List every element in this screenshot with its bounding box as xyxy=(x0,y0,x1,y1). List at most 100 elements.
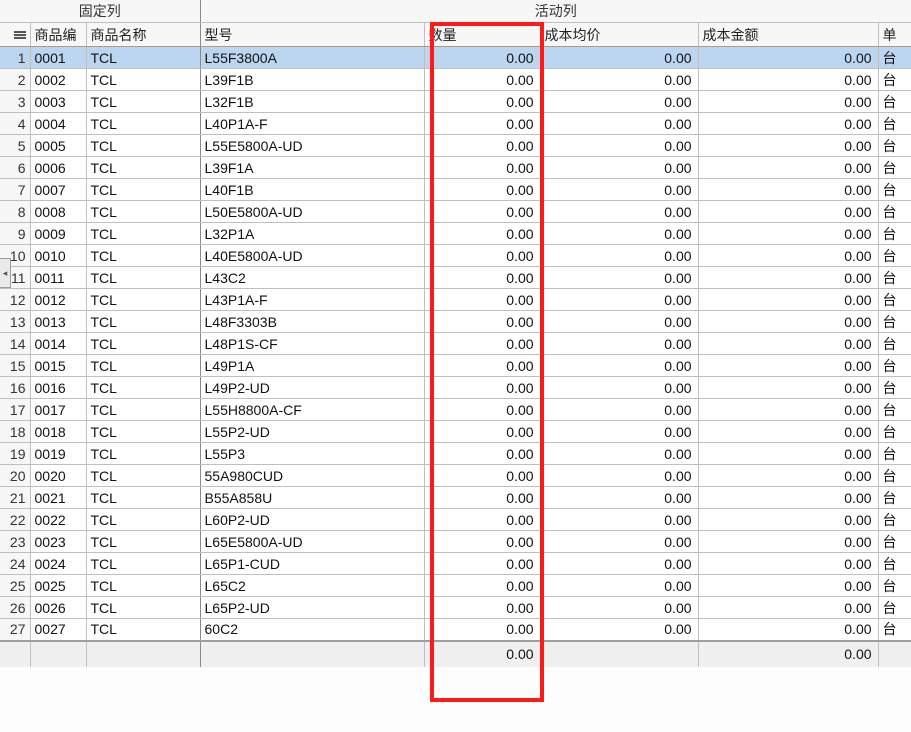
cell-code[interactable]: 0018 xyxy=(30,421,86,443)
cell-code[interactable]: 0014 xyxy=(30,333,86,355)
cell-amount[interactable]: 0.00 xyxy=(698,201,878,223)
cell-code[interactable]: 0024 xyxy=(30,553,86,575)
cell-code[interactable]: 0005 xyxy=(30,135,86,157)
cell-code[interactable]: 0001 xyxy=(30,47,86,69)
cell-name[interactable]: TCL xyxy=(86,69,200,91)
cell-name[interactable]: TCL xyxy=(86,531,200,553)
cell-qty[interactable]: 0.00 xyxy=(424,597,540,619)
cell-code[interactable]: 0009 xyxy=(30,223,86,245)
cell-model[interactable]: L65P1-CUD xyxy=(200,553,424,575)
col-header-code[interactable]: 商品编 xyxy=(30,23,86,47)
cell-name[interactable]: TCL xyxy=(86,289,200,311)
cell-model[interactable]: L65E5800A-UD xyxy=(200,531,424,553)
cell-code[interactable]: 0027 xyxy=(30,619,86,641)
cell-model[interactable]: L40P1A-F xyxy=(200,113,424,135)
cell-name[interactable]: TCL xyxy=(86,597,200,619)
cell-code[interactable]: 0010 xyxy=(30,245,86,267)
cell-price[interactable]: 0.00 xyxy=(540,223,698,245)
cell-name[interactable]: TCL xyxy=(86,223,200,245)
cell-price[interactable]: 0.00 xyxy=(540,135,698,157)
cell-unit[interactable]: 台 xyxy=(878,443,911,465)
cell-name[interactable]: TCL xyxy=(86,245,200,267)
cell-name[interactable]: TCL xyxy=(86,201,200,223)
cell-unit[interactable]: 台 xyxy=(878,421,911,443)
cell-price[interactable]: 0.00 xyxy=(540,289,698,311)
table-row[interactable]: 170017TCLL55H8800A-CF0.000.000.00台 xyxy=(0,399,911,421)
cell-unit[interactable]: 台 xyxy=(878,135,911,157)
cell-unit[interactable]: 台 xyxy=(878,399,911,421)
cell-price[interactable]: 0.00 xyxy=(540,267,698,289)
cell-code[interactable]: 0006 xyxy=(30,157,86,179)
table-row[interactable]: 260026TCLL65P2-UD0.000.000.00台 xyxy=(0,597,911,619)
cell-qty[interactable]: 0.00 xyxy=(424,47,540,69)
cell-model[interactable]: L60P2-UD xyxy=(200,509,424,531)
table-row[interactable]: 250025TCLL65C20.000.000.00台 xyxy=(0,575,911,597)
cell-amount[interactable]: 0.00 xyxy=(698,289,878,311)
cell-amount[interactable]: 0.00 xyxy=(698,531,878,553)
cell-price[interactable]: 0.00 xyxy=(540,179,698,201)
row-number[interactable]: 7 xyxy=(0,179,30,201)
row-number[interactable]: 9 xyxy=(0,223,30,245)
cell-name[interactable]: TCL xyxy=(86,619,200,641)
cell-name[interactable]: TCL xyxy=(86,135,200,157)
cell-name[interactable]: TCL xyxy=(86,465,200,487)
table-row[interactable]: 220022TCLL60P2-UD0.000.000.00台 xyxy=(0,509,911,531)
cell-price[interactable]: 0.00 xyxy=(540,333,698,355)
cell-unit[interactable]: 台 xyxy=(878,531,911,553)
cell-model[interactable]: L55P3 xyxy=(200,443,424,465)
cell-model[interactable]: B55A858U xyxy=(200,487,424,509)
cell-unit[interactable]: 台 xyxy=(878,69,911,91)
cell-amount[interactable]: 0.00 xyxy=(698,91,878,113)
cell-qty[interactable]: 0.00 xyxy=(424,575,540,597)
cell-name[interactable]: TCL xyxy=(86,487,200,509)
row-number[interactable]: 24 xyxy=(0,553,30,575)
row-number[interactable]: 2 xyxy=(0,69,30,91)
cell-amount[interactable]: 0.00 xyxy=(698,597,878,619)
cell-price[interactable]: 0.00 xyxy=(540,201,698,223)
row-number[interactable]: 20 xyxy=(0,465,30,487)
cell-name[interactable]: TCL xyxy=(86,509,200,531)
cell-model[interactable]: L48P1S-CF xyxy=(200,333,424,355)
cell-amount[interactable]: 0.00 xyxy=(698,311,878,333)
table-row[interactable]: 210021TCLB55A858U0.000.000.00台 xyxy=(0,487,911,509)
table-row[interactable]: 130013TCLL48F3303B0.000.000.00台 xyxy=(0,311,911,333)
row-number[interactable]: 12 xyxy=(0,289,30,311)
cell-name[interactable]: TCL xyxy=(86,421,200,443)
cell-amount[interactable]: 0.00 xyxy=(698,487,878,509)
cell-price[interactable]: 0.00 xyxy=(540,509,698,531)
cell-qty[interactable]: 0.00 xyxy=(424,135,540,157)
cell-amount[interactable]: 0.00 xyxy=(698,69,878,91)
cell-qty[interactable]: 0.00 xyxy=(424,377,540,399)
table-row[interactable]: 150015TCLL49P1A0.000.000.00台 xyxy=(0,355,911,377)
cell-model[interactable]: L49P2-UD xyxy=(200,377,424,399)
cell-amount[interactable]: 0.00 xyxy=(698,113,878,135)
cell-price[interactable]: 0.00 xyxy=(540,377,698,399)
cell-code[interactable]: 0016 xyxy=(30,377,86,399)
cell-amount[interactable]: 0.00 xyxy=(698,223,878,245)
cell-model[interactable]: L32P1A xyxy=(200,223,424,245)
row-number[interactable]: 5 xyxy=(0,135,30,157)
row-number[interactable]: 23 xyxy=(0,531,30,553)
cell-unit[interactable]: 台 xyxy=(878,113,911,135)
cell-unit[interactable]: 台 xyxy=(878,333,911,355)
cell-amount[interactable]: 0.00 xyxy=(698,157,878,179)
cell-name[interactable]: TCL xyxy=(86,553,200,575)
table-row[interactable]: 190019TCLL55P30.000.000.00台 xyxy=(0,443,911,465)
col-header-name[interactable]: 商品名称 xyxy=(86,23,200,47)
cell-code[interactable]: 0025 xyxy=(30,575,86,597)
cell-qty[interactable]: 0.00 xyxy=(424,223,540,245)
cell-price[interactable]: 0.00 xyxy=(540,311,698,333)
row-number[interactable]: 14 xyxy=(0,333,30,355)
cell-unit[interactable]: 台 xyxy=(878,289,911,311)
cell-qty[interactable]: 0.00 xyxy=(424,69,540,91)
table-row[interactable]: 100010TCLL40E5800A-UD0.000.000.00台 xyxy=(0,245,911,267)
row-number[interactable]: 19 xyxy=(0,443,30,465)
cell-unit[interactable]: 台 xyxy=(878,487,911,509)
cell-amount[interactable]: 0.00 xyxy=(698,377,878,399)
cell-price[interactable]: 0.00 xyxy=(540,465,698,487)
cell-qty[interactable]: 0.00 xyxy=(424,487,540,509)
cell-price[interactable]: 0.00 xyxy=(540,619,698,641)
cell-name[interactable]: TCL xyxy=(86,179,200,201)
table-row[interactable]: 110011TCLL43C20.000.000.00台 xyxy=(0,267,911,289)
cell-qty[interactable]: 0.00 xyxy=(424,509,540,531)
